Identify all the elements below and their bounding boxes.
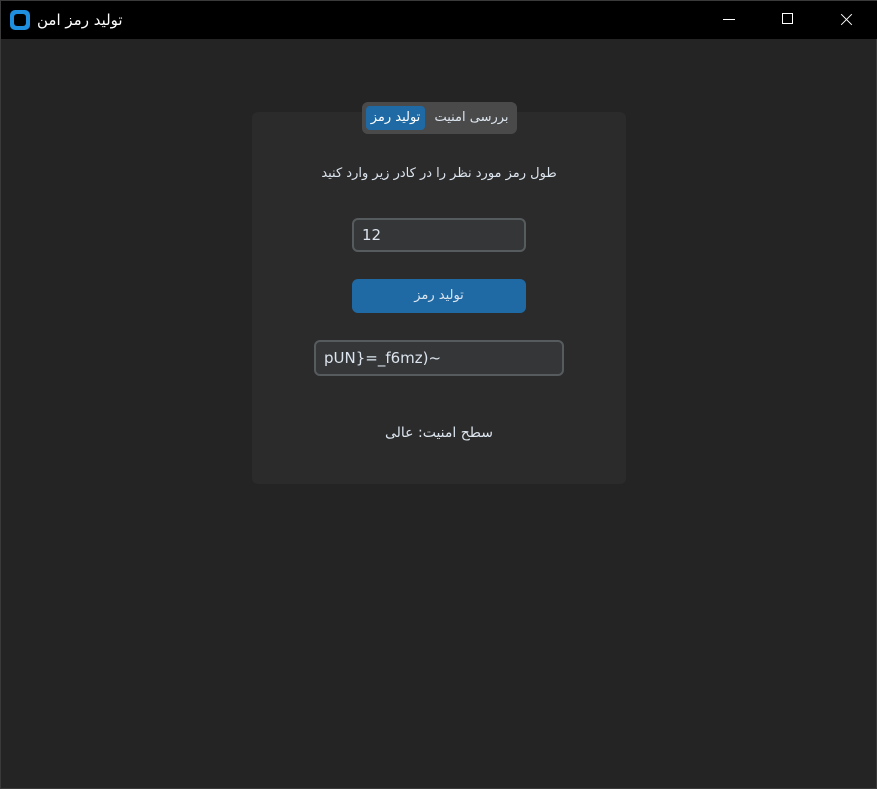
length-prompt-label: طول رمز مورد نظر را در کادر زیر وارد کنی… — [321, 166, 557, 181]
generated-password-field[interactable] — [314, 340, 564, 376]
tab-check-security[interactable]: بررسی امنیت — [430, 106, 513, 130]
maximize-button[interactable] — [759, 1, 817, 39]
close-button[interactable] — [817, 1, 875, 39]
tab-generate-password[interactable]: تولید رمز — [366, 106, 425, 130]
generate-password-button[interactable]: تولید رمز — [352, 279, 526, 313]
app-window: تولید رمز امن تولید رمز بررسی امنیت طول … — [0, 0, 877, 789]
password-length-input[interactable] — [352, 218, 526, 252]
app-icon — [10, 10, 30, 30]
tab-selector: تولید رمز بررسی امنیت — [362, 102, 517, 134]
security-level-label: سطح امنیت: عالی — [384, 425, 493, 441]
minimize-button[interactable] — [701, 1, 759, 39]
title-bar[interactable]: تولید رمز امن — [1, 1, 877, 39]
window-title: تولید رمز امن — [37, 11, 123, 29]
